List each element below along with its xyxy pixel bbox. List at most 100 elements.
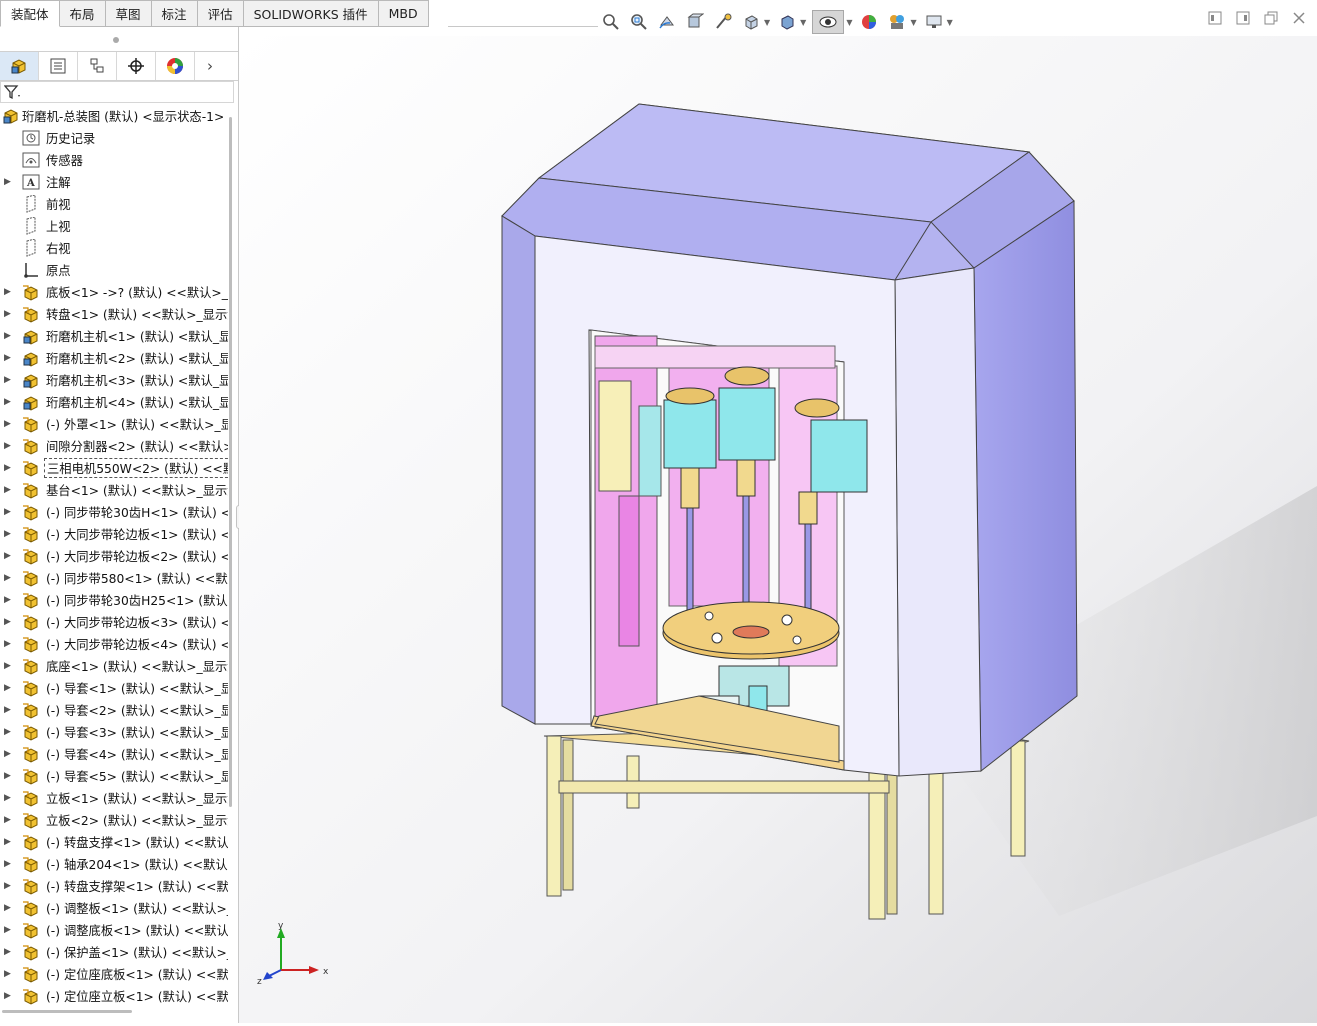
tree-item[interactable]: 传感器	[0, 149, 228, 171]
tree-item[interactable]: ▶ (-) 外罩<1> (默认) <<默认>_显	[0, 413, 228, 435]
tree-item[interactable]: ▶ (-) 定位座底板<1> (默认) <<默	[0, 963, 228, 985]
expand-arrow-icon[interactable]: ▶	[4, 705, 12, 715]
chevron-down-icon[interactable]: ▼	[800, 18, 806, 27]
expand-arrow-icon[interactable]: ▶	[4, 903, 12, 913]
tree-item[interactable]: ▶ (-) 定位座立板<1> (默认) <<默	[0, 985, 228, 1007]
tree-item[interactable]: ▶ (-) 大同步带轮边板<4> (默认) <	[0, 633, 228, 655]
expand-arrow-icon[interactable]: ▶	[4, 727, 12, 737]
expand-arrow-icon[interactable]: ▶	[4, 441, 12, 451]
expand-arrow-icon[interactable]: ▶	[4, 683, 12, 693]
tab-markup[interactable]: 标注	[151, 0, 198, 27]
tile-left-icon[interactable]	[1207, 10, 1223, 26]
chevron-right-icon[interactable]: ›	[195, 52, 225, 80]
expand-arrow-icon[interactable]: ▶	[4, 595, 12, 605]
tree-item[interactable]: ▶ (-) 转盘支撑<1> (默认) <<默认	[0, 831, 228, 853]
expand-arrow-icon[interactable]: ▶	[4, 881, 12, 891]
edit-appearance-icon[interactable]	[858, 11, 880, 33]
tree-item[interactable]: ▶ (-) 大同步带轮边板<3> (默认) <	[0, 611, 228, 633]
tree-item[interactable]: ▶ 底板<1> ->? (默认) <<默认>_显	[0, 281, 228, 303]
tree-item[interactable]: 历史记录	[0, 127, 228, 149]
tree-item[interactable]: ▶ (-) 大同步带轮边板<2> (默认) <	[0, 545, 228, 567]
tree-horizontal-scrollbar[interactable]	[2, 1010, 132, 1013]
expand-arrow-icon[interactable]: ▶	[4, 771, 12, 781]
expand-arrow-icon[interactable]: ▶	[4, 969, 12, 979]
tree-item[interactable]: 原点	[0, 259, 228, 281]
tree-item[interactable]: ▶ A 注解	[0, 171, 228, 193]
dimxpert-tab-icon[interactable]	[117, 52, 156, 80]
expand-arrow-icon[interactable]: ▶	[4, 639, 12, 649]
tree-item[interactable]: ▶ 珩磨机主机<4> (默认) <默认_显	[0, 391, 228, 413]
expand-arrow-icon[interactable]: ▶	[4, 551, 12, 561]
tree-item[interactable]: ▶ (-) 转盘支撑架<1> (默认) <<默	[0, 875, 228, 897]
configuration-manager-tab-icon[interactable]	[78, 52, 117, 80]
expand-arrow-icon[interactable]: ▶	[4, 177, 12, 187]
apply-scene-icon[interactable]	[886, 11, 908, 33]
tab-assembly[interactable]: 装配体	[0, 0, 60, 27]
tree-item[interactable]: ▶ 底座<1> (默认) <<默认>_显示划	[0, 655, 228, 677]
chevron-down-icon[interactable]: ▼	[910, 18, 916, 27]
expand-arrow-icon[interactable]: ▶	[4, 485, 12, 495]
tree-item[interactable]: ▶ (-) 同步带轮30齿H25<1> (默认)	[0, 589, 228, 611]
tree-item[interactable]: ▶ (-) 大同步带轮边板<1> (默认) <	[0, 523, 228, 545]
expand-arrow-icon[interactable]: ▶	[4, 573, 12, 583]
expand-arrow-icon[interactable]: ▶	[4, 859, 12, 869]
display-manager-tab-icon[interactable]	[156, 52, 195, 80]
tree-filter[interactable]	[0, 81, 234, 103]
zoom-to-fit-icon[interactable]	[600, 11, 622, 33]
tree-item[interactable]: ▶ 立板<2> (默认) <<默认>_显示划	[0, 809, 228, 831]
tree-item[interactable]: ▶ 三相电机550W<2> (默认) <<默	[0, 457, 228, 479]
expand-arrow-icon[interactable]: ▶	[4, 793, 12, 803]
tab-sketch[interactable]: 草图	[105, 0, 152, 27]
tree-vertical-scrollbar[interactable]	[229, 117, 232, 807]
tile-right-icon[interactable]	[1235, 10, 1251, 26]
tab-evaluate[interactable]: 评估	[197, 0, 244, 27]
tree-item[interactable]: ▶ (-) 导套<4> (默认) <<默认>_显	[0, 743, 228, 765]
expand-arrow-icon[interactable]: ▶	[4, 287, 12, 297]
expand-arrow-icon[interactable]: ▶	[4, 617, 12, 627]
tree-item[interactable]: ▶ 珩磨机主机<3> (默认) <默认_显	[0, 369, 228, 391]
tree-item[interactable]: 右视	[0, 237, 228, 259]
zoom-area-icon[interactable]	[628, 11, 650, 33]
expand-arrow-icon[interactable]: ▶	[4, 419, 12, 429]
tree-item[interactable]: ▶ (-) 同步带轮30齿H<1> (默认) <	[0, 501, 228, 523]
dynamic-annotation-icon[interactable]	[712, 11, 734, 33]
tree-item[interactable]: ▶ (-) 调整板<1> (默认) <<默认>_	[0, 897, 228, 919]
view-settings-icon[interactable]	[923, 11, 945, 33]
expand-arrow-icon[interactable]: ▶	[4, 397, 12, 407]
tree-root[interactable]: 珩磨机-总装图 (默认) <显示状态-1>	[0, 105, 228, 127]
tab-solidworks-addins[interactable]: SOLIDWORKS 插件	[243, 0, 379, 27]
tree-item[interactable]: ▶ (-) 轴承204<1> (默认) <<默认>	[0, 853, 228, 875]
filter-icon[interactable]	[4, 84, 22, 100]
tree-item[interactable]: ▶ (-) 同步带580<1> (默认) <<默认	[0, 567, 228, 589]
tree-item[interactable]: ▶ (-) 调整底板<1> (默认) <<默认	[0, 919, 228, 941]
tree-item[interactable]: ▶ 珩磨机主机<2> (默认) <默认_显	[0, 347, 228, 369]
view-orientation-icon[interactable]	[740, 11, 762, 33]
property-manager-tab-icon[interactable]	[39, 52, 78, 80]
expand-arrow-icon[interactable]: ▶	[4, 353, 12, 363]
tree-item[interactable]: ▶ (-) 导套<5> (默认) <<默认>_显	[0, 765, 228, 787]
expand-arrow-icon[interactable]: ▶	[4, 463, 12, 473]
tree-item[interactable]: ▶ 间隙分割器<2> (默认) <<默认>	[0, 435, 228, 457]
tree-item[interactable]: ▶ 珩磨机主机<1> (默认) <默认_显	[0, 325, 228, 347]
graphics-area[interactable]: y x z	[239, 36, 1317, 1023]
chevron-down-icon[interactable]: ▼	[846, 18, 852, 27]
expand-arrow-icon[interactable]: ▶	[4, 331, 12, 341]
expand-arrow-icon[interactable]: ▶	[4, 749, 12, 759]
previous-view-icon[interactable]	[656, 11, 678, 33]
tab-layout[interactable]: 布局	[59, 0, 106, 27]
chevron-down-icon[interactable]: ▼	[764, 18, 770, 27]
display-style-icon[interactable]	[776, 11, 798, 33]
tree-item[interactable]: ▶ 立板<1> (默认) <<默认>_显示划	[0, 787, 228, 809]
expand-arrow-icon[interactable]: ▶	[4, 529, 12, 539]
tree-item[interactable]: ▶ 转盘<1> (默认) <<默认>_显示划	[0, 303, 228, 325]
panel-grip[interactable]	[113, 37, 119, 43]
chevron-down-icon[interactable]: ▼	[947, 18, 953, 27]
tab-mbd[interactable]: MBD	[378, 0, 429, 27]
expand-arrow-icon[interactable]: ▶	[4, 991, 12, 1001]
hide-show-icon[interactable]	[812, 10, 845, 34]
tree-item[interactable]: ▶ (-) 导套<3> (默认) <<默认>_显	[0, 721, 228, 743]
tree-item[interactable]: ▶ (-) 保护盖<1> (默认) <<默认>_	[0, 941, 228, 963]
expand-arrow-icon[interactable]: ▶	[4, 925, 12, 935]
tree-item[interactable]: 前视	[0, 193, 228, 215]
expand-arrow-icon[interactable]: ▶	[4, 375, 12, 385]
